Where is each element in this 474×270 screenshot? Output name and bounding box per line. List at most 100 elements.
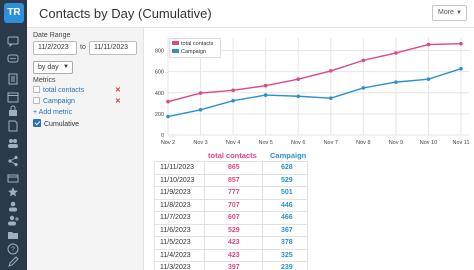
- y-tick-label: 600: [155, 70, 164, 76]
- help-icon[interactable]: ?: [6, 242, 20, 256]
- cumulative-checkbox[interactable]: [33, 119, 41, 127]
- drag-handle-icon[interactable]: [33, 97, 40, 104]
- remove-metric-icon[interactable]: ✕: [115, 97, 121, 107]
- legend-swatch: [172, 49, 179, 53]
- data-point: [263, 93, 268, 97]
- total-contacts-cell: 529: [228, 226, 240, 234]
- campaign-cell: 378: [281, 239, 293, 246]
- x-tick-label: Nov 5: [258, 140, 272, 146]
- data-point: [231, 88, 235, 93]
- metric-label[interactable]: Campaign: [43, 98, 75, 105]
- total-contacts-cell: 607: [228, 214, 240, 221]
- y-tick-label: 400: [155, 91, 164, 97]
- campaign-cell: 501: [281, 189, 293, 196]
- edit-icon[interactable]: [6, 255, 20, 269]
- more-label: More: [438, 9, 454, 16]
- campaign-cell: 628: [281, 164, 293, 171]
- date-cell: 11/8/2023: [160, 201, 191, 209]
- data-point: [263, 83, 268, 88]
- legend-label: total contacts: [181, 41, 214, 47]
- total-contacts-cell: 777: [228, 189, 240, 196]
- chart-legend: total contacts Campaign: [169, 38, 221, 58]
- table-row: 11/7/2023 607 466: [154, 211, 308, 223]
- date-cell: 11/4/2023: [160, 251, 191, 259]
- date-cell: 11/9/2023: [160, 189, 191, 196]
- x-tick-label: Nov 9: [389, 140, 403, 146]
- remove-metric-icon[interactable]: ✕: [115, 86, 121, 96]
- end-date-input[interactable]: 11/11/2023: [89, 41, 137, 55]
- metric-label[interactable]: total contacts: [43, 87, 84, 94]
- user-add-icon[interactable]: [6, 213, 20, 227]
- sidebar: TR ?: [0, 0, 27, 270]
- doc-icon[interactable]: [6, 119, 20, 133]
- data-point: [296, 77, 301, 81]
- people-icon[interactable]: [6, 136, 20, 150]
- group-by-select[interactable]: by day ▼: [33, 61, 73, 74]
- table-row: 11/9/2023 777 501: [154, 186, 308, 198]
- column-divider: [204, 161, 205, 270]
- x-tick-label: Nov 10: [420, 140, 437, 146]
- column-divider: [307, 161, 308, 270]
- legend-item: Campaign: [172, 48, 218, 56]
- total-contacts-cell: 707: [228, 201, 240, 209]
- data-point: [296, 94, 301, 99]
- data-point: [198, 91, 203, 95]
- metric-item[interactable]: Campaign ✕: [33, 97, 121, 107]
- total-contacts-cell: 423: [228, 239, 240, 246]
- campaign-cell: 466: [281, 214, 293, 221]
- list-icon[interactable]: [6, 72, 20, 86]
- data-point: [231, 98, 235, 103]
- data-point: [361, 58, 366, 63]
- legend-item: total contacts: [172, 40, 218, 48]
- campaign-cell: 325: [281, 251, 293, 259]
- svg-text:?: ?: [11, 247, 15, 254]
- x-tick-label: Nov 7: [324, 140, 338, 146]
- table-row: 11/3/2023 397 239: [154, 261, 308, 270]
- logo[interactable]: TR: [4, 3, 24, 23]
- x-tick-label: Nov 4: [226, 140, 240, 146]
- metrics-label: Metrics: [33, 77, 56, 84]
- line-chart: 0 200 400 600 800 Nov 2 Nov 3 Nov 4 Nov 5 Nov 6 No…: [145, 28, 474, 150]
- lock-icon[interactable]: [6, 104, 20, 118]
- cumulative-toggle[interactable]: Cumulative: [33, 119, 79, 130]
- chevron-down-icon: ▼: [63, 64, 69, 70]
- date-cell: 11/3/2023: [160, 264, 191, 270]
- table-row: 11/6/2023 529 367: [154, 223, 308, 236]
- table-row: 11/8/2023 707 446: [154, 198, 308, 211]
- drag-handle-icon[interactable]: [33, 86, 40, 93]
- date-cell: 11/6/2023: [160, 226, 191, 234]
- legend-label: Campaign: [181, 49, 207, 55]
- table-row: 11/4/2023 423 325: [154, 248, 308, 261]
- start-date-input[interactable]: 11/2/2023: [33, 41, 77, 55]
- column-divider: [262, 161, 263, 270]
- x-tick-label: Nov 8: [356, 140, 370, 146]
- x-tick-label: Nov 11: [452, 140, 469, 146]
- chat-icon[interactable]: [6, 34, 20, 48]
- calendar-icon[interactable]: [6, 90, 20, 104]
- x-tick-label: Nov 3: [193, 140, 207, 146]
- star-icon[interactable]: [6, 185, 20, 199]
- message-icon[interactable]: [6, 52, 20, 66]
- more-button[interactable]: More ▼: [432, 5, 467, 21]
- total-contacts-cell: 423: [228, 251, 240, 259]
- total-contacts-cell: 397: [228, 264, 240, 270]
- table-row: 11/5/2023 423 378: [154, 236, 308, 248]
- metric-item[interactable]: total contacts ✕: [33, 86, 121, 96]
- table-row: 11/10/2023 857 529: [154, 173, 308, 186]
- total-contacts-cell: 865: [228, 164, 240, 171]
- date-cell: 11/11/2023: [160, 164, 194, 171]
- header: Contacts by Day (Cumulative) More ▼: [27, 0, 474, 28]
- folder-icon[interactable]: [6, 228, 20, 242]
- table-row: 11/11/2023 865 628: [154, 161, 308, 173]
- user-icon[interactable]: [6, 199, 20, 213]
- date-range-label: Date Range: [33, 32, 71, 39]
- add-metric-link[interactable]: + Add metric: [33, 109, 72, 116]
- date-cell: 11/10/2023: [160, 176, 195, 184]
- card-icon[interactable]: [6, 171, 20, 185]
- campaign-cell: 529: [281, 176, 293, 184]
- x-tick-label: Nov 2: [161, 140, 175, 146]
- y-tick-label: 0: [161, 133, 164, 139]
- share-icon[interactable]: [6, 154, 20, 168]
- chevron-down-icon: ▼: [456, 10, 462, 16]
- data-point: [459, 66, 463, 71]
